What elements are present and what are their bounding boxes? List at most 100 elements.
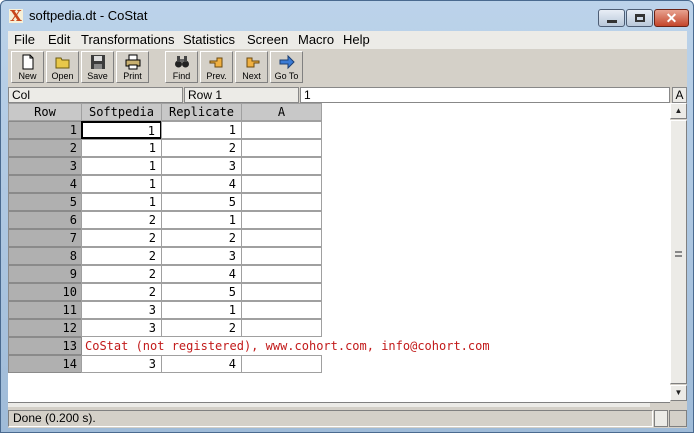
new-button[interactable]: New [11,51,44,83]
menu-statistics[interactable]: Statistics [183,32,235,48]
grid-cell-softpedia[interactable]: 2 [81,247,162,265]
grid-cell-a[interactable] [241,319,322,337]
grid-cell-softpedia[interactable]: 2 [81,265,162,283]
open-button[interactable]: Open [46,51,79,83]
size-grip[interactable] [669,410,687,427]
grid-cell-a[interactable] [241,121,322,139]
grid-cell-a[interactable] [241,301,322,319]
goto-button[interactable]: Go To [270,51,303,83]
grid-cell-a[interactable] [241,211,322,229]
minimize-button[interactable] [598,9,625,27]
grid-cell-a[interactable] [241,157,322,175]
menu-edit[interactable]: Edit [48,32,70,48]
window-title: softpedia.dt - CoStat [29,8,148,23]
row-header[interactable]: 8 [8,247,82,265]
menu-help[interactable]: Help [343,32,370,48]
data-grid: Row Softpedia Replicate A 1 1 1 2 1 2 3 1 3 4 1 4 5 1 5 6 2 1… [8,103,670,402]
row-header[interactable]: 3 [8,157,82,175]
grid-cell-replicate[interactable]: 5 [161,193,242,211]
row-header[interactable]: 11 [8,301,82,319]
printer-icon [125,54,141,70]
row-header[interactable]: 4 [8,175,82,193]
row-header[interactable]: 5 [8,193,82,211]
horizontal-scrollbar[interactable] [8,402,670,407]
grid-cell-softpedia[interactable]: 3 [81,301,162,319]
grid-cell-replicate[interactable]: 4 [161,265,242,283]
grid-cell-softpedia[interactable]: 2 [81,229,162,247]
horizontal-scroll-thumb[interactable] [8,403,650,407]
scroll-down-button[interactable]: ▼ [670,385,687,401]
toolbar-label: Print [123,71,142,81]
status-indicator [654,410,668,427]
toolbar-label: Save [87,71,108,81]
close-button[interactable]: ✕ [654,9,689,27]
costat-app-icon[interactable]: X [9,9,23,24]
grid-cell-softpedia[interactable]: 2 [81,211,162,229]
row-header[interactable]: 14 [8,355,82,373]
maximize-button[interactable] [626,9,653,27]
cell-value-input[interactable]: 1 [300,87,670,103]
row-header[interactable]: 9 [8,265,82,283]
grid-cell-replicate[interactable]: 3 [161,247,242,265]
row-header[interactable]: 13 [8,337,82,355]
grid-cell-softpedia[interactable]: 1 [81,139,162,157]
grid-cell-a[interactable] [241,229,322,247]
grid-cell-a[interactable] [241,193,322,211]
vertical-scroll-thumb[interactable] [670,120,687,384]
save-button[interactable]: Save [81,51,114,83]
grid-cell-a[interactable] [241,265,322,283]
replicate-column-header[interactable]: Replicate [161,103,242,121]
grid-cell-a[interactable] [241,247,322,265]
row-header[interactable]: 7 [8,229,82,247]
grid-cell-replicate[interactable]: 2 [161,319,242,337]
grid-cell-softpedia[interactable]: 1 [81,121,162,139]
vertical-scrollbar[interactable]: ▲ ▼ [670,103,687,402]
grid-cell-replicate[interactable]: 1 [161,211,242,229]
status-bar: Done (0.200 s). [8,408,687,428]
grid-cell-replicate[interactable]: 2 [161,139,242,157]
grid-cell-a[interactable] [241,139,322,157]
grid-cell-replicate[interactable]: 4 [161,175,242,193]
status-text: Done (0.200 s). [8,410,653,427]
grid-cell-softpedia[interactable]: 2 [81,283,162,301]
save-disk-icon [90,54,106,70]
grid-cell-softpedia[interactable]: 1 [81,157,162,175]
menu-transformations[interactable]: Transformations [81,32,174,48]
row-column-header[interactable]: Row [8,103,82,121]
close-icon: ✕ [665,10,678,26]
menu-screen[interactable]: Screen [247,32,288,48]
next-button[interactable]: Next [235,51,268,83]
toolbar-label: Prev. [206,71,227,81]
scroll-up-button[interactable]: ▲ [670,103,687,119]
grid-cell-a[interactable] [241,175,322,193]
softpedia-column-header[interactable]: Softpedia [81,103,162,121]
grid-cell-replicate[interactable]: 1 [161,121,242,139]
row-header[interactable]: 6 [8,211,82,229]
grid-cell-replicate[interactable]: 1 [161,301,242,319]
grid-cell-softpedia[interactable]: 3 [81,319,162,337]
grid-cell-replicate[interactable]: 2 [161,229,242,247]
row-header[interactable]: 12 [8,319,82,337]
grid-cell-replicate[interactable]: 3 [161,157,242,175]
title-bar[interactable]: X softpedia.dt - CoStat ✕ [1,1,693,31]
menu-macro[interactable]: Macro [298,32,334,48]
grid-cell-a[interactable] [241,355,322,373]
grid-cell-a[interactable] [241,283,322,301]
a-button[interactable]: A [672,87,687,103]
a-column-header[interactable]: A [241,103,322,121]
row-header[interactable]: 1 [8,121,82,139]
find-button[interactable]: Find [165,51,198,83]
prev-button[interactable]: Prev. [200,51,233,83]
grid-cell-replicate[interactable]: 4 [161,355,242,373]
row-header[interactable]: 2 [8,139,82,157]
grid-cell-replicate[interactable]: 5 [161,283,242,301]
menu-file[interactable]: File [14,32,35,48]
row-header[interactable]: 10 [8,283,82,301]
grid-cell-softpedia[interactable]: 1 [81,175,162,193]
toolbar-label: Find [172,71,191,81]
grid-cell-softpedia[interactable]: 1 [81,193,162,211]
maximize-icon [635,14,645,22]
print-button[interactable]: Print [116,51,149,83]
menu-bar: File Edit Transformations Statistics Screen M… [8,31,687,49]
grid-cell-softpedia[interactable]: 3 [81,355,162,373]
